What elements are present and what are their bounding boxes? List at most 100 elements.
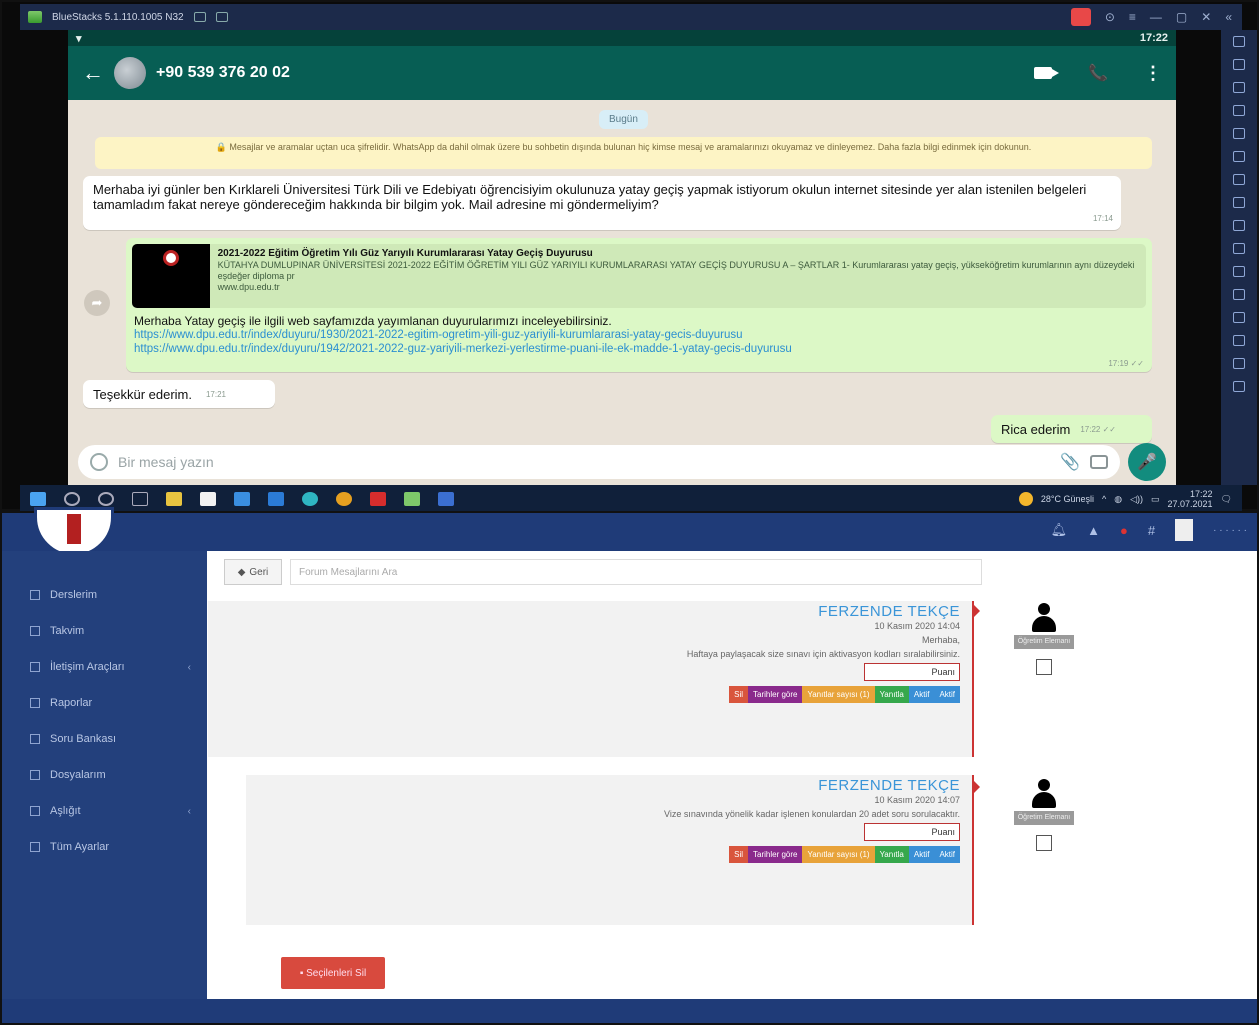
help-icon[interactable]: ⊙: [1105, 10, 1115, 24]
record-screen-icon[interactable]: [1233, 174, 1245, 185]
video-call-icon[interactable]: [1034, 67, 1060, 79]
close-icon[interactable]: ✕: [1201, 10, 1211, 24]
camera-icon[interactable]: [1090, 454, 1108, 469]
folder-icon[interactable]: [1233, 220, 1245, 231]
reply-count-button[interactable]: Yanıtlar sayısı (1): [802, 686, 875, 703]
mic-button[interactable]: 🎤: [1128, 442, 1166, 481]
collapse-sidebar-icon[interactable]: «: [1225, 10, 1232, 24]
back-arrow-icon[interactable]: ←: [82, 60, 104, 86]
weather-icon[interactable]: [1018, 492, 1033, 506]
contact-avatar[interactable]: [114, 57, 146, 89]
language-icon[interactable]: ▭: [1151, 494, 1160, 505]
fullscreen-icon[interactable]: [1233, 36, 1245, 47]
reply-button[interactable]: Yanıtla: [874, 686, 909, 703]
more-options-icon[interactable]: ⋮: [1144, 63, 1162, 84]
post-author[interactable]: FERZENDE TEKÇE: [664, 778, 960, 793]
user-avatar[interactable]: [1175, 519, 1194, 541]
search-icon[interactable]: [64, 492, 80, 506]
chrome-icon[interactable]: [336, 492, 352, 506]
screen-icon[interactable]: [1233, 105, 1245, 116]
back-icon[interactable]: [1233, 335, 1245, 346]
outgoing-message[interactable]: 2021-2022 Eğitim Öğretim Yılı Güz Yarıyı…: [126, 238, 1152, 372]
attach-icon[interactable]: 📎: [1060, 452, 1080, 472]
notification-icon[interactable]: 🗨: [1221, 494, 1232, 505]
back-button[interactable]: ◆ Geri: [224, 559, 282, 585]
incoming-message[interactable]: Merhaba iyi günler ben Kırklareli Üniver…: [83, 176, 1121, 230]
sort-by-date-button[interactable]: Tarihler göre: [748, 846, 803, 863]
bell-icon[interactable]: 🔔︎: [1051, 522, 1068, 538]
points-input[interactable]: Puanı: [864, 823, 960, 841]
message-input[interactable]: Bir mesaj yazın 📎: [78, 444, 1120, 479]
delete-tag-button[interactable]: Sil: [729, 686, 748, 703]
active-button[interactable]: Aktif: [908, 686, 935, 703]
sidebar-item-question-bank[interactable]: Soru Bankası: [2, 721, 207, 757]
network-icon[interactable]: ◍: [1114, 494, 1122, 505]
sidebar-item-communication[interactable]: İletişim Araçları ‹: [2, 649, 207, 685]
sidebar-item-settings[interactable]: Tüm Ayarlar: [2, 829, 207, 865]
volume-up-icon[interactable]: [1233, 59, 1245, 70]
reply-button[interactable]: Yanıtla: [874, 846, 909, 863]
edge-icon[interactable]: [302, 492, 318, 506]
sidebar-item-reports[interactable]: Raporlar: [2, 685, 207, 721]
delete-selected-button[interactable]: ▪ Seçilenleri Sil: [281, 957, 385, 989]
points-input[interactable]: Puanı: [864, 663, 960, 681]
select-checkbox[interactable]: [1036, 835, 1052, 851]
volume-down-icon[interactable]: [1233, 82, 1245, 93]
settings-icon[interactable]: [1233, 312, 1245, 323]
warning-icon[interactable]: ▲: [1087, 523, 1100, 538]
task-view-icon[interactable]: [132, 492, 148, 506]
edge-legacy-icon[interactable]: [234, 492, 250, 506]
input-placeholder[interactable]: Bir mesaj yazın: [118, 454, 1050, 470]
hash-icon[interactable]: #: [1148, 523, 1155, 538]
recent-apps-icon[interactable]: [1233, 381, 1245, 392]
url-link-1[interactable]: https://www.dpu.edu.tr/index/duyuru/1930…: [134, 328, 1144, 342]
location-icon[interactable]: [1233, 289, 1245, 300]
tray-chevron-icon[interactable]: ^: [1102, 494, 1106, 504]
sidebar-item-courses[interactable]: Derslerim: [2, 577, 207, 613]
forward-icon[interactable]: ➦: [84, 290, 110, 316]
start-icon[interactable]: [30, 492, 46, 506]
acrobat-icon[interactable]: [370, 492, 386, 506]
keyboard-icon[interactable]: [1233, 128, 1245, 139]
bluestacks-taskbar-icon[interactable]: [404, 492, 420, 506]
menu-icon[interactable]: ≡: [1129, 10, 1136, 24]
maximize-icon[interactable]: ▢: [1176, 10, 1187, 24]
link-preview[interactable]: 2021-2022 Eğitim Öğretim Yılı Güz Yarıyı…: [132, 244, 1146, 308]
flag-icon[interactable]: ●: [1120, 523, 1128, 538]
delete-tag-button[interactable]: Sil: [729, 846, 748, 863]
reply-count-button[interactable]: Yanıtlar sayısı (1): [802, 846, 875, 863]
encryption-notice[interactable]: 🔒 Mesajlar ve aramalar uçtan uca şifreli…: [95, 137, 1152, 169]
incoming-message[interactable]: Teşekkür ederim. 17:21: [83, 380, 275, 408]
contact-name[interactable]: +90 539 376 20 02: [156, 64, 290, 82]
url-link-2[interactable]: https://www.dpu.edu.tr/index/duyuru/1942…: [134, 342, 1144, 356]
android-home-icon[interactable]: [1233, 358, 1245, 369]
sidebar-item-files[interactable]: Dosyalarım: [2, 757, 207, 793]
store-icon[interactable]: [200, 492, 216, 506]
record-icon[interactable]: [1070, 8, 1091, 26]
file-explorer-icon[interactable]: [166, 492, 182, 506]
voice-call-icon[interactable]: 📞: [1088, 63, 1108, 83]
chat-area[interactable]: Bugün 🔒 Mesajlar ve aramalar uçtan uca ş…: [68, 100, 1176, 443]
rotate-icon[interactable]: [1233, 266, 1245, 277]
shake-icon[interactable]: [1233, 243, 1245, 254]
select-checkbox[interactable]: [1036, 659, 1052, 675]
forum-search-input[interactable]: Forum Mesajlarını Ara: [290, 559, 982, 585]
active-button[interactable]: Aktif: [908, 846, 935, 863]
home-icon[interactable]: [193, 12, 206, 22]
app-icon[interactable]: [438, 492, 454, 506]
camera-icon[interactable]: [1233, 151, 1245, 162]
clock[interactable]: 17:22 27.07.2021: [1168, 489, 1213, 509]
cortana-icon[interactable]: [98, 492, 114, 506]
active-button[interactable]: Aktif: [934, 846, 960, 863]
multi-instance-icon[interactable]: [215, 12, 228, 22]
install-apk-icon[interactable]: [1233, 197, 1245, 208]
volume-icon[interactable]: ◁)): [1130, 494, 1143, 505]
post-author[interactable]: FERZENDE TEKÇE: [687, 604, 960, 619]
mail-icon[interactable]: [268, 492, 284, 506]
user-name[interactable]: · · · · · ·: [1213, 525, 1247, 536]
sidebar-item-calendar[interactable]: Takvim: [2, 613, 207, 649]
sort-by-date-button[interactable]: Tarihler göre: [748, 686, 803, 703]
minimize-icon[interactable]: —: [1150, 10, 1162, 24]
emoji-icon[interactable]: [90, 452, 108, 471]
active-button[interactable]: Aktif: [934, 686, 960, 703]
